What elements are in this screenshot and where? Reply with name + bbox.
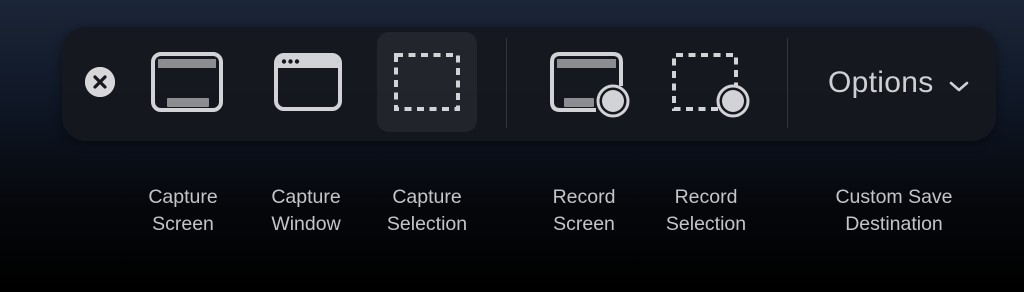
label-line: Record [552, 186, 616, 208]
label-line: Record [674, 186, 738, 208]
record-selection-button[interactable] [656, 32, 756, 132]
capture-window-label: Capture Window [236, 184, 376, 238]
chevron-down-icon [949, 81, 969, 92]
capture-window-icon [274, 53, 342, 111]
capture-selection-label: Capture Selection [357, 184, 497, 238]
label-line: Screen [553, 213, 615, 235]
label-line: Selection [386, 213, 468, 235]
capture-screen-icon [151, 52, 223, 112]
options-label: Options [828, 66, 934, 99]
record-selection-label: Record Selection [636, 184, 776, 238]
label-line: Custom Save [835, 186, 953, 208]
divider [787, 38, 788, 128]
capture-screen-label: Capture Screen [113, 184, 253, 238]
record-selection-icon [672, 53, 750, 118]
capture-window-button[interactable] [258, 32, 358, 132]
label-line: Capture [271, 186, 341, 208]
divider [506, 38, 507, 128]
label-line: Window [271, 213, 341, 235]
capture-screen-button[interactable] [137, 32, 237, 132]
record-screen-icon [550, 52, 630, 118]
record-screen-button[interactable] [536, 32, 636, 132]
close-button[interactable] [85, 67, 115, 97]
capture-selection-button[interactable] [377, 32, 477, 132]
label-line: Capture [148, 186, 218, 208]
capture-selection-icon [394, 53, 460, 111]
close-circle-icon [85, 67, 115, 97]
label-line: Screen [152, 213, 214, 235]
custom-save-destination-label: Custom Save Destination [814, 184, 974, 238]
label-line: Selection [665, 213, 747, 235]
label-line: Capture [392, 186, 462, 208]
record-screen-label: Record Screen [514, 184, 654, 238]
options-button[interactable]: Options [818, 60, 978, 106]
label-line: Destination [845, 213, 943, 235]
